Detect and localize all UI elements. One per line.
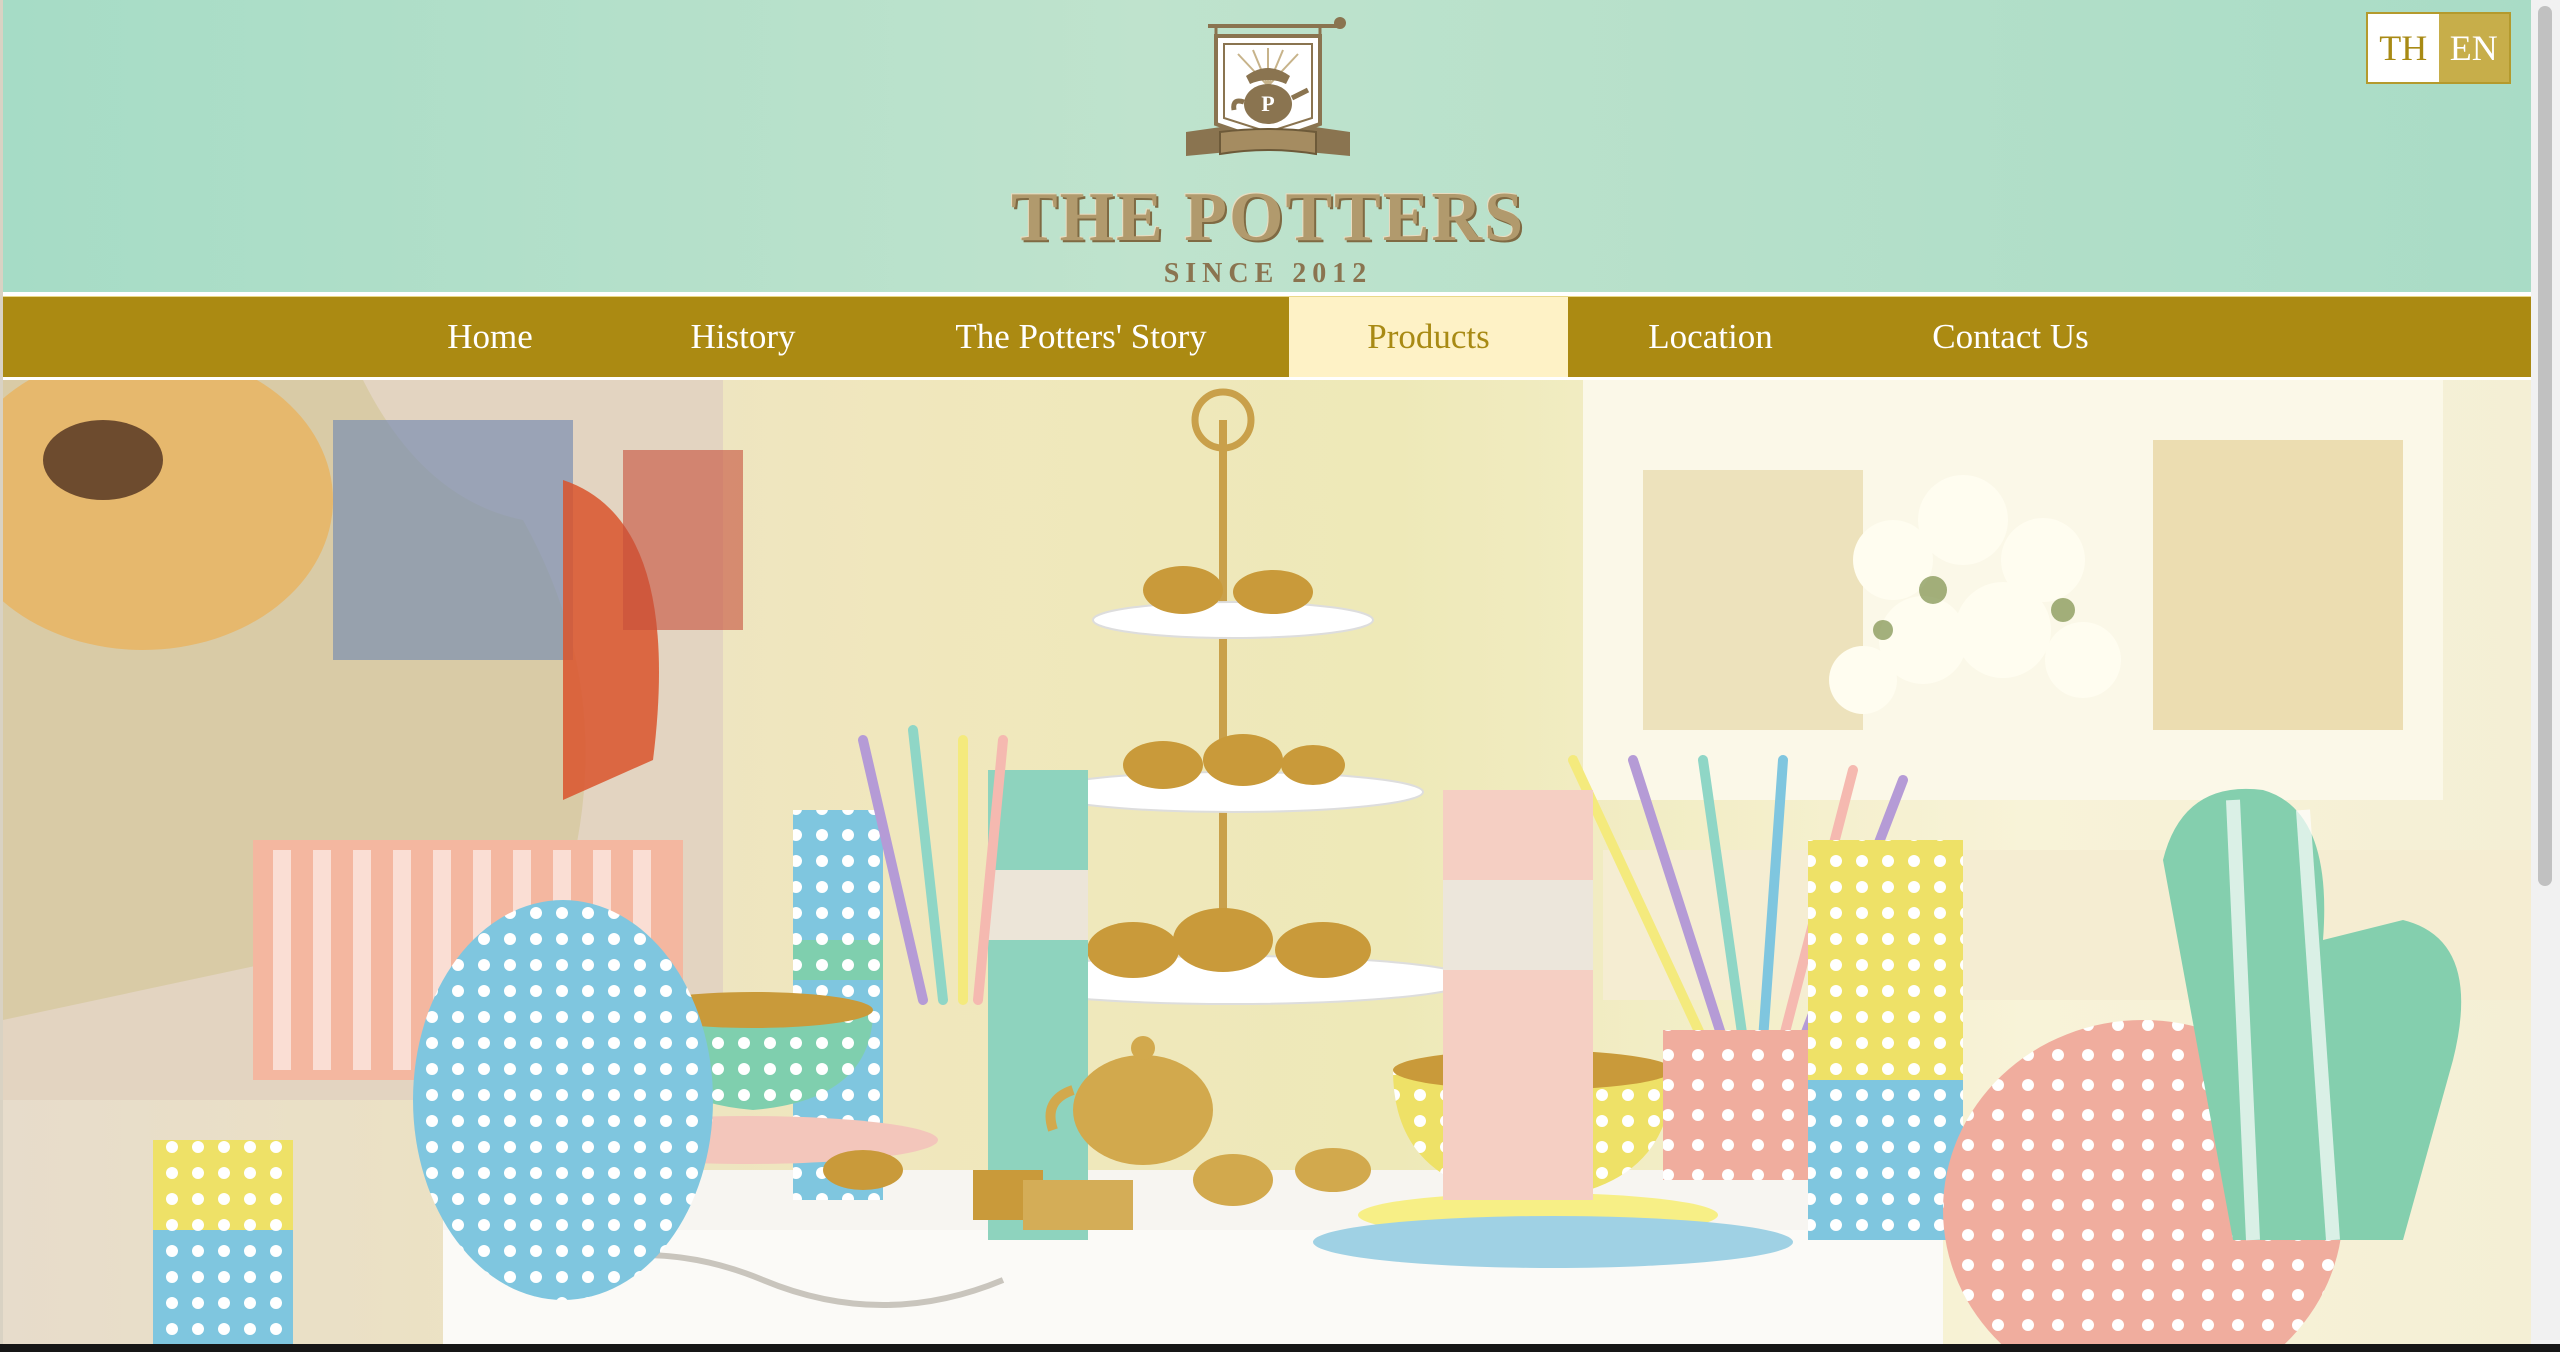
brand-title: THE POTTERS — [1010, 179, 1526, 256]
hero-banner — [3, 380, 2531, 1344]
language-th-button[interactable]: TH — [2368, 14, 2439, 82]
nav-location[interactable]: Location — [1623, 297, 1798, 377]
language-en-button[interactable]: EN — [2438, 14, 2509, 82]
language-switcher: TH EN — [2366, 12, 2511, 84]
nav-history[interactable]: History — [663, 297, 823, 377]
window-bottom-edge — [0, 1344, 2560, 1352]
scrollbar-thumb[interactable] — [2538, 6, 2552, 886]
nav-list: Home History The Potters' Story Products… — [3, 297, 2531, 377]
brand-logo[interactable]: P THE POTTERS SINCE 2012 — [988, 14, 1548, 289]
nav-home[interactable]: Home — [427, 297, 553, 377]
hero-image — [3, 380, 2531, 1344]
main-navigation: Home History The Potters' Story Products… — [3, 296, 2531, 377]
site-header: P THE POTTERS SINCE 2012 TH EN — [3, 0, 2531, 292]
nav-contact-us[interactable]: Contact Us — [1908, 297, 2113, 377]
svg-text:P: P — [1261, 91, 1274, 116]
vertical-scrollbar[interactable] — [2531, 0, 2560, 1344]
pottery-emblem-icon: P — [1186, 17, 1350, 156]
brand-since: SINCE 2012 — [1163, 258, 1373, 289]
page: P THE POTTERS SINCE 2012 TH EN Home Hist… — [0, 0, 2531, 1344]
nav-products[interactable]: Products — [1289, 297, 1568, 377]
nav-the-potters-story[interactable]: The Potters' Story — [933, 297, 1229, 377]
